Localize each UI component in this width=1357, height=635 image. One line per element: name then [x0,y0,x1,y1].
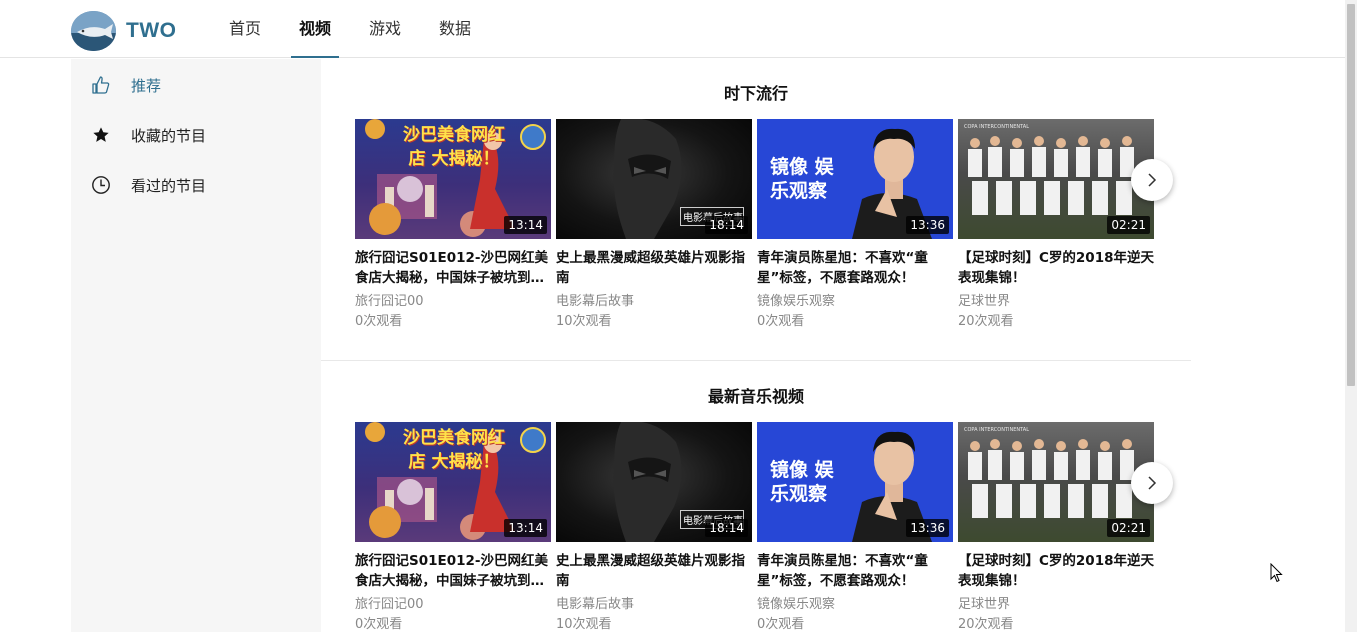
thumbnail-caption: 镜像 娱乐观察 [770,156,834,202]
carousel-next-button[interactable] [1131,159,1173,201]
video-card[interactable]: 电影幕后故事 18:14 史上最黑漫威超级英雄片观影指南 电影幕后故事 10次观… [556,119,752,332]
video-thumbnail[interactable]: 沙巴美食网红店 大揭秘！ 13:14 [355,422,551,542]
video-card[interactable]: COPA INTERCONTINENTAL 02:21 【足球时刻】C罗的201… [958,422,1154,635]
video-card[interactable]: 电影幕后故事 18:14 史上最黑漫威超级英雄片观影指南 电影幕后故事 10次观… [556,422,752,635]
video-channel[interactable]: 镜像娱乐观察 [757,292,953,312]
video-thumbnail[interactable]: 镜像 娱乐观察 13:36 [757,422,953,542]
video-views: 0次观看 [757,617,805,632]
chevron-right-icon [1148,476,1157,490]
video-channel[interactable]: 电影幕后故事 [556,292,752,312]
video-views: 20次观看 [958,314,1014,329]
thumbnail-caption: 沙巴美食网红店 大揭秘！ [403,428,505,472]
video-duration: 13:36 [906,519,949,537]
video-thumbnail[interactable]: 镜像 娱乐观察 13:36 [757,119,953,239]
video-thumbnail[interactable]: 电影幕后故事 18:14 [556,422,752,542]
video-title[interactable]: 旅行囧记S01E012-沙巴网红美食店大揭秘，中国妹子被坑到吐血？ [355,551,551,591]
star-icon [90,124,112,146]
video-duration: 13:14 [504,216,547,234]
thumbnail-caption: 镜像 娱乐观察 [770,459,834,505]
video-title[interactable]: 史上最黑漫威超级英雄片观影指南 [556,551,752,591]
sidebar-item-label: 收藏的节目 [131,126,207,145]
sidebar-item-history[interactable]: 看过的节目 [71,160,321,210]
video-duration: 18:14 [705,216,748,234]
video-title[interactable]: 旅行囧记S01E012-沙巴网红美食店大揭秘，中国妹子被坑到吐血？ [355,248,551,288]
video-views: 10次观看 [556,314,612,329]
video-card[interactable]: 沙巴美食网红店 大揭秘！ 13:14 旅行囧记S01E012-沙巴网红美食店大揭… [355,119,551,332]
video-channel[interactable]: 旅行囧记00 [355,595,551,615]
brand-name[interactable]: TWO [126,19,176,43]
section-trending: 时下流行 沙巴美食网红店 大揭秘！ 13:14 旅行囧记S01E012-沙巴网红… [321,59,1191,359]
nav-data[interactable]: 数据 [431,0,479,58]
video-views: 10次观看 [556,617,612,632]
nav-home[interactable]: 首页 [221,0,269,58]
video-thumbnail[interactable]: 电影幕后故事 18:14 [556,119,752,239]
video-thumbnail[interactable]: 沙巴美食网红店 大揭秘！ 13:14 [355,119,551,239]
mouse-pointer-icon [1270,563,1283,583]
video-views: 0次观看 [355,314,403,329]
main-nav: 首页 视频 游戏 数据 [221,0,501,58]
video-title[interactable]: 史上最黑漫威超级英雄片观影指南 [556,248,752,288]
section-divider [321,360,1191,361]
video-card[interactable]: COPA INTERCONTINENTAL 02:21 【足球时刻】C罗的201… [958,119,1154,332]
video-thumbnail[interactable]: COPA INTERCONTINENTAL 02:21 [958,422,1154,542]
video-views: 0次观看 [757,314,805,329]
section-new-music-videos: 最新音乐视频 沙巴美食网红店 大揭秘！ 13:14 旅行囧记S01E012-沙巴… [321,362,1191,632]
video-title[interactable]: 青年演员陈星旭：不喜欢“童星”标签，不愿套路观众！ [757,248,953,288]
video-channel[interactable]: 足球世界 [958,595,1154,615]
nav-games[interactable]: 游戏 [361,0,409,58]
chevron-right-icon [1148,173,1157,187]
video-title[interactable]: 【足球时刻】C罗的2018年逆天表现集锦！ [958,248,1154,288]
video-duration: 02:21 [1107,216,1150,234]
sidebar: 推荐 收藏的节目 看过的节目 [71,59,321,632]
vertical-scrollbar[interactable] [1345,0,1357,632]
top-header: TWO 首页 视频 游戏 数据 [0,0,1345,58]
carousel-next-button[interactable] [1131,462,1173,504]
section-title: 最新音乐视频 [707,387,804,406]
video-title[interactable]: 青年演员陈星旭：不喜欢“童星”标签，不愿套路观众！ [757,551,953,591]
video-card[interactable]: 沙巴美食网红店 大揭秘！ 13:14 旅行囧记S01E012-沙巴网红美食店大揭… [355,422,551,635]
video-channel[interactable]: 镜像娱乐观察 [757,595,953,615]
thumbnail-caption: COPA INTERCONTINENTAL [964,427,1029,433]
section-title: 时下流行 [723,84,788,103]
video-duration: 13:14 [504,519,547,537]
video-card[interactable]: 镜像 娱乐观察 13:36 青年演员陈星旭：不喜欢“童星”标签，不愿套路观众！ … [757,422,953,635]
scrollbar-thumb[interactable] [1347,4,1355,386]
video-thumbnail[interactable]: COPA INTERCONTINENTAL 02:21 [958,119,1154,239]
fish-logo-icon [71,11,116,51]
clock-icon [90,174,112,196]
video-duration: 18:14 [705,519,748,537]
thumbnail-caption: COPA INTERCONTINENTAL [964,124,1029,130]
video-channel[interactable]: 足球世界 [958,292,1154,312]
thumbnail-caption: 沙巴美食网红店 大揭秘！ [403,125,505,169]
sidebar-item-label: 推荐 [131,76,162,95]
video-channel[interactable]: 电影幕后故事 [556,595,752,615]
video-channel[interactable]: 旅行囧记00 [355,292,551,312]
video-views: 0次观看 [355,617,403,632]
sidebar-item-favorites[interactable]: 收藏的节目 [71,110,321,160]
sidebar-item-recommended[interactable]: 推荐 [71,60,321,110]
video-duration: 02:21 [1107,519,1150,537]
nav-video[interactable]: 视频 [291,0,340,58]
sidebar-item-label: 看过的节目 [131,176,207,195]
video-card[interactable]: 镜像 娱乐观察 13:36 青年演员陈星旭：不喜欢“童星”标签，不愿套路观众！ … [757,119,953,332]
logo[interactable] [71,11,116,51]
video-title[interactable]: 【足球时刻】C罗的2018年逆天表现集锦！ [958,551,1154,591]
video-duration: 13:36 [906,216,949,234]
video-views: 20次观看 [958,617,1014,632]
thumbs-up-icon [90,74,112,96]
